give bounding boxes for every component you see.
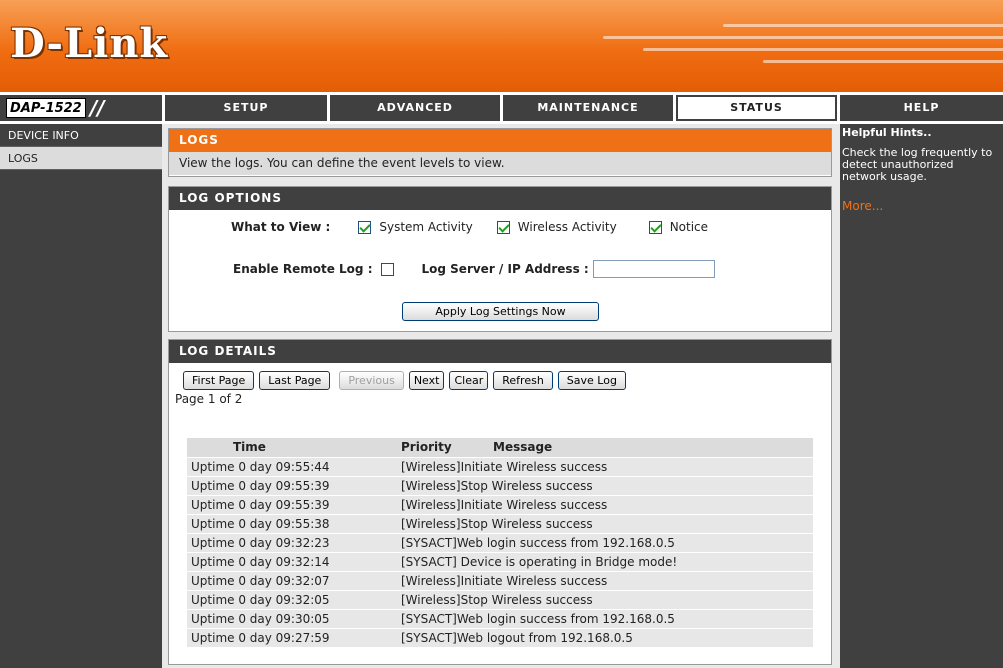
table-row: Uptime 0 day 09:27:59 [SYSACT]Web logout … xyxy=(187,627,813,647)
model-badge: DAP-1522 // xyxy=(0,95,162,121)
tab-setup[interactable]: SETUP xyxy=(165,95,327,121)
logs-title: LOGS xyxy=(169,129,831,152)
banner-swoosh xyxy=(503,10,1003,80)
sidebar: DEVICE INFO LOGS xyxy=(0,124,162,668)
log-time: Uptime 0 day 09:55:39 xyxy=(187,475,397,495)
pagination-toolbar: First Page Last Page Previous Next Clear… xyxy=(183,371,626,390)
log-table-header: Time Priority Message xyxy=(187,438,813,457)
page-info: Page 1 of 2 xyxy=(175,392,243,406)
log-server-input[interactable] xyxy=(592,260,715,278)
table-row: Uptime 0 day 09:55:39 [Wireless]Initiate … xyxy=(187,494,813,514)
help-title: Helpful Hints.. xyxy=(842,126,932,139)
table-row: Uptime 0 day 09:32:23 [SYSACT]Web login s… xyxy=(187,532,813,552)
first-page-button[interactable]: First Page xyxy=(183,371,255,390)
table-row: Uptime 0 day 09:32:14 [SYSACT] Device is … xyxy=(187,551,813,571)
notice-checkbox[interactable] xyxy=(648,220,662,234)
remote-log-label: Enable Remote Log : xyxy=(233,262,373,276)
help-panel: Helpful Hints.. Check the log frequently… xyxy=(840,124,1003,668)
sidebar-item-logs[interactable]: LOGS xyxy=(0,147,162,170)
log-message: [SYSACT]Web login success from 192.168.0… xyxy=(397,608,813,628)
log-details-box: LOG DETAILS First Page Last Page Previou… xyxy=(168,339,832,665)
tab-maintenance[interactable]: MAINTENANCE xyxy=(503,95,673,121)
table-row: Uptime 0 day 09:55:38 [Wireless]Stop Wire… xyxy=(187,513,813,533)
log-message: [Wireless]Stop Wireless success xyxy=(397,513,813,533)
log-time: Uptime 0 day 09:55:39 xyxy=(187,494,397,514)
main-content: LOGS View the logs. You can define the e… xyxy=(162,124,840,668)
what-to-view-row: What to View : System Activity Wireless … xyxy=(231,220,708,234)
log-message: [Wireless]Stop Wireless success xyxy=(397,475,813,495)
next-button[interactable]: Next xyxy=(408,371,445,390)
log-message: [Wireless]Initiate Wireless success xyxy=(397,456,813,476)
model-label: DAP-1522 xyxy=(6,98,86,118)
remote-log-row: Enable Remote Log : Log Server / IP Addr… xyxy=(233,260,715,278)
tab-status[interactable]: STATUS xyxy=(676,95,837,121)
col-time: Time xyxy=(187,438,397,457)
log-options-box: LOG OPTIONS What to View : System Activi… xyxy=(168,186,832,332)
table-row: Uptime 0 day 09:30:05 [SYSACT]Web login s… xyxy=(187,608,813,628)
remote-log-checkbox[interactable] xyxy=(380,262,394,276)
log-server-label: Log Server / IP Address : xyxy=(421,262,589,276)
apply-log-settings-button[interactable]: Apply Log Settings Now xyxy=(402,302,599,321)
clear-button[interactable]: Clear xyxy=(449,371,489,390)
log-message: [Wireless]Stop Wireless success xyxy=(397,589,813,609)
slash-decoration: // xyxy=(90,96,105,120)
table-row: Uptime 0 day 09:55:44 [Wireless]Initiate … xyxy=(187,456,813,476)
system-activity-checkbox[interactable] xyxy=(358,220,372,234)
log-time: Uptime 0 day 09:32:05 xyxy=(187,589,397,609)
wireless-activity-checkbox[interactable] xyxy=(496,220,510,234)
refresh-button[interactable]: Refresh xyxy=(493,371,553,390)
top-navigation: DAP-1522 // SETUP ADVANCED MAINTENANCE S… xyxy=(0,92,1003,124)
table-row: Uptime 0 day 09:32:07 [Wireless]Initiate … xyxy=(187,570,813,590)
tab-help[interactable]: HELP xyxy=(840,95,1003,121)
log-time: Uptime 0 day 09:55:44 xyxy=(187,456,397,476)
log-time: Uptime 0 day 09:27:59 xyxy=(187,627,397,647)
logs-intro-box: LOGS View the logs. You can define the e… xyxy=(168,128,832,177)
sidebar-item-device-info[interactable]: DEVICE INFO xyxy=(0,124,162,147)
help-text: Check the log frequently to detect unaut… xyxy=(842,146,993,183)
log-details-title: LOG DETAILS xyxy=(169,340,831,363)
save-log-button[interactable]: Save Log xyxy=(557,371,626,390)
help-more-link[interactable]: More... xyxy=(842,199,1001,213)
log-message: [Wireless]Initiate Wireless success xyxy=(397,570,813,590)
log-table: Time Priority Message Uptime 0 day 09:55… xyxy=(187,438,813,647)
logs-description: View the logs. You can define the event … xyxy=(169,152,831,175)
apply-row: Apply Log Settings Now xyxy=(402,302,599,321)
what-to-view-label: What to View : xyxy=(231,220,331,234)
header-banner: D-Link xyxy=(0,0,1003,92)
log-time: Uptime 0 day 09:32:23 xyxy=(187,532,397,552)
log-message: [SYSACT] Device is operating in Bridge m… xyxy=(397,551,813,571)
table-row: Uptime 0 day 09:32:05 [Wireless]Stop Wire… xyxy=(187,589,813,609)
previous-button: Previous xyxy=(339,371,404,390)
dlink-logo: D-Link xyxy=(10,20,169,67)
system-activity-label: System Activity xyxy=(379,220,473,234)
log-time: Uptime 0 day 09:32:07 xyxy=(187,570,397,590)
log-message: [SYSACT]Web logout from 192.168.0.5 xyxy=(397,627,813,647)
log-time: Uptime 0 day 09:32:14 xyxy=(187,551,397,571)
last-page-button[interactable]: Last Page xyxy=(259,371,331,390)
log-message: [Wireless]Initiate Wireless success xyxy=(397,494,813,514)
log-time: Uptime 0 day 09:55:38 xyxy=(187,513,397,533)
wireless-activity-label: Wireless Activity xyxy=(517,220,617,234)
log-options-title: LOG OPTIONS xyxy=(169,187,831,210)
log-message: [SYSACT]Web login success from 192.168.0… xyxy=(397,532,813,552)
col-priority: Priority xyxy=(397,438,493,457)
tab-advanced[interactable]: ADVANCED xyxy=(330,95,500,121)
col-message: Message xyxy=(493,438,813,457)
log-time: Uptime 0 day 09:30:05 xyxy=(187,608,397,628)
notice-label: Notice xyxy=(669,220,709,234)
table-row: Uptime 0 day 09:55:39 [Wireless]Stop Wire… xyxy=(187,475,813,495)
